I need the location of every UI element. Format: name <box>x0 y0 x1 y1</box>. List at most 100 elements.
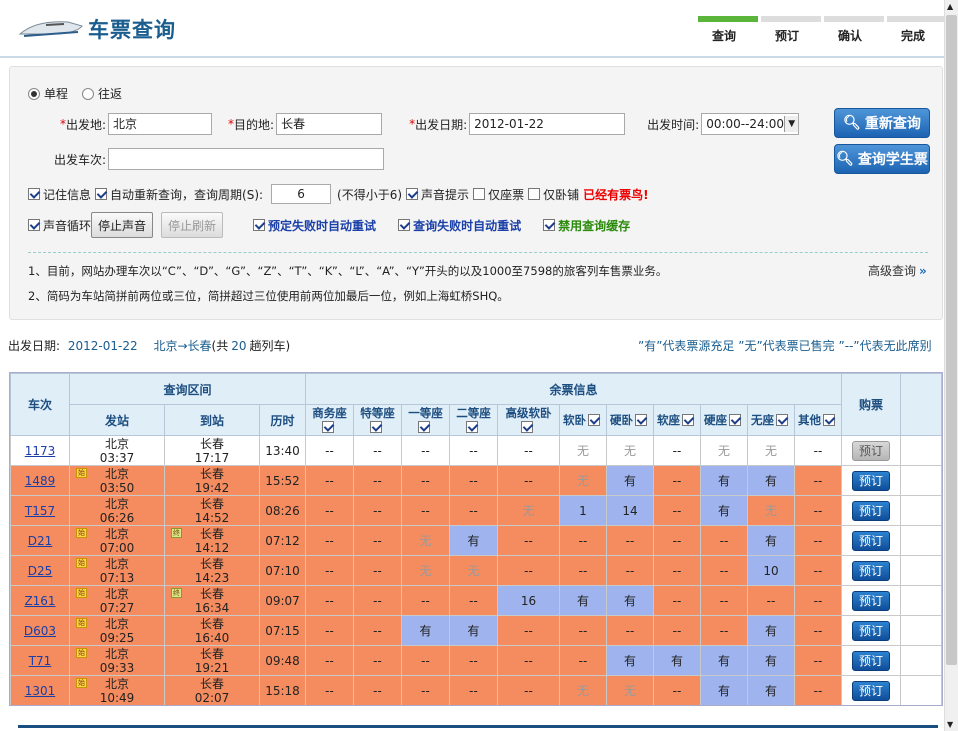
summary-route: 北京→长春 <box>153 339 212 353</box>
book-button[interactable]: 预订 <box>852 500 890 521</box>
seat-filter-checkbox[interactable] <box>776 414 788 426</box>
train-number-input[interactable] <box>108 148 385 170</box>
book-button[interactable]: 预订 <box>852 560 890 581</box>
train-number-link[interactable]: T71 <box>29 654 52 668</box>
seat-cell: 有 <box>401 615 450 646</box>
seat-cell: -- <box>401 645 450 676</box>
to-station: 长春 <box>199 556 224 571</box>
seat-cell: -- <box>401 495 450 526</box>
scroll-thumb[interactable] <box>946 15 957 665</box>
book-retry-checkbox[interactable] <box>253 219 266 231</box>
seat-filter-checkbox[interactable] <box>729 414 741 426</box>
auto-requery-checkbox[interactable] <box>95 188 108 200</box>
sleeper-only-checkbox[interactable] <box>528 188 541 200</box>
terminal-tag-icon: 终 <box>171 528 182 538</box>
seat-filter-checkbox[interactable] <box>418 420 430 433</box>
seat-cell: -- <box>606 525 654 556</box>
divider <box>28 252 928 253</box>
to-station-input[interactable]: 长春 <box>276 113 383 135</box>
query-retry-checkbox[interactable] <box>398 219 411 231</box>
scroll-up-icon[interactable]: ▲ <box>947 2 953 11</box>
scrollbar[interactable]: ▲ ▼ <box>944 0 958 731</box>
seat-cell: -- <box>305 525 354 556</box>
header-seat-2: 一等座 <box>401 404 450 436</box>
step-confirm: 确认 <box>824 16 884 46</box>
note-1: 1、目前，网站办理车次以“C”、“D”、“G”、“Z”、“T”、“K”、“L”、… <box>28 264 668 278</box>
seat-cell: 10 <box>747 555 795 586</box>
book-button[interactable]: 预订 <box>852 620 890 641</box>
disable-cache-checkbox[interactable] <box>543 219 556 231</box>
table-row: Z161 始北京 07:27 终长春 16:34 09:07 -- -- -- -- 16 有有 -- -… <box>10 585 942 616</box>
sound-loop-checkbox[interactable] <box>28 219 40 231</box>
seat-cell: -- <box>559 645 607 676</box>
header-seats: 余票信息 <box>305 373 842 405</box>
header-seat-3: 二等座 <box>449 404 498 436</box>
seat-filter-checkbox[interactable] <box>682 414 694 426</box>
seat-cell: 无 <box>497 495 560 526</box>
seat-filter-checkbox[interactable] <box>370 420 382 433</box>
seat-cell: -- <box>305 645 354 676</box>
seat-cell: -- <box>794 645 842 676</box>
remember-checkbox[interactable] <box>28 188 40 200</box>
train-logo-icon <box>18 21 83 37</box>
train-number-link[interactable]: 1489 <box>25 474 56 488</box>
book-button[interactable]: 预订 <box>852 530 890 551</box>
train-number-link[interactable]: Z161 <box>24 594 55 608</box>
seat-filter-checkbox[interactable] <box>466 420 478 433</box>
depart-time: 07:00 <box>99 540 135 555</box>
advanced-query-link[interactable]: 高级查询» <box>868 262 927 279</box>
seat-cell: 有 <box>606 585 654 616</box>
scroll-down-icon[interactable]: ▼ <box>947 720 953 729</box>
from-station-input[interactable]: 北京 <box>108 113 213 135</box>
origin-tag-icon: 始 <box>76 468 87 478</box>
seat-only-checkbox[interactable] <box>473 188 486 200</box>
terminal-tag-icon: 终 <box>171 588 182 598</box>
seat-cell: -- <box>559 525 607 556</box>
round-trip-radio[interactable] <box>82 87 95 100</box>
seat-cell: 有 <box>559 585 607 616</box>
book-button[interactable]: 预订 <box>852 440 890 461</box>
seat-cell: -- <box>653 525 701 556</box>
arrive-time: 14:23 <box>194 570 230 585</box>
train-number-link[interactable]: 1301 <box>25 684 56 698</box>
seat-cell: -- <box>449 645 498 676</box>
seat-filter-checkbox[interactable] <box>322 420 334 433</box>
date-input[interactable]: 2012-01-22 <box>469 113 626 135</box>
seat-cell: -- <box>497 675 560 705</box>
arrive-time: 16:40 <box>194 630 230 645</box>
stop-sound-button[interactable]: 停止声音 <box>91 212 154 238</box>
book-button[interactable]: 预订 <box>852 590 890 611</box>
seat-filter-checkbox[interactable] <box>823 414 835 426</box>
seat-filter-checkbox[interactable] <box>588 414 600 426</box>
to-label: 目的地: <box>234 117 275 132</box>
train-number-link[interactable]: D21 <box>28 534 53 548</box>
book-button[interactable]: 预订 <box>852 680 890 701</box>
one-way-radio[interactable] <box>28 87 40 100</box>
book-button[interactable]: 预订 <box>852 650 890 671</box>
seat-cell: 无 <box>747 435 795 466</box>
seat-filter-checkbox[interactable] <box>635 414 647 426</box>
train-number-link[interactable]: 1173 <box>25 444 56 458</box>
table-row: 1489 始北京 03:50 长春 19:42 15:52 -- -- -- -- -- 无有 -- 有有… <box>10 465 942 496</box>
seat-filter-checkbox[interactable] <box>521 420 533 433</box>
sound-prompt-checkbox[interactable] <box>406 188 419 200</box>
origin-tag-icon: 始 <box>76 648 87 658</box>
header-seat-10: 其他 <box>794 404 842 436</box>
time-select[interactable]: 00:00--24:00 ▼ <box>701 113 800 135</box>
seat-cell: -- <box>794 495 842 526</box>
book-button[interactable]: 预订 <box>852 470 890 491</box>
train-number-link[interactable]: T157 <box>25 504 55 518</box>
seat-cell: -- <box>653 435 701 466</box>
period-input[interactable]: 6 <box>271 184 332 204</box>
stop-refresh-button[interactable]: 停止刷新 <box>161 212 224 238</box>
train-label: 出发车次: <box>54 152 107 167</box>
seat-cell: 有 <box>747 675 795 705</box>
train-number-link[interactable]: D603 <box>24 624 56 638</box>
seat-cell: -- <box>794 585 842 616</box>
seat-cell: -- <box>449 585 498 616</box>
seat-cell: -- <box>353 555 402 586</box>
train-number-link[interactable]: D25 <box>28 564 53 578</box>
requery-button[interactable]: 🔍︎ 重新查询 <box>834 108 930 138</box>
student-ticket-button[interactable]: 🔍︎ 查询学生票 <box>834 144 930 174</box>
seat-cell: -- <box>353 525 402 556</box>
